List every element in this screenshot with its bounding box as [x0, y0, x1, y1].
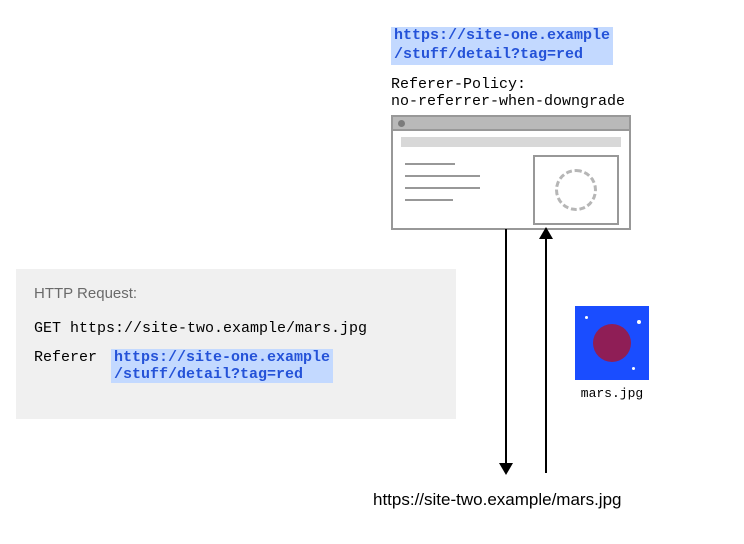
http-get-line: GET https://site-two.example/mars.jpg	[34, 320, 438, 337]
image-placeholder-icon	[533, 155, 619, 225]
page-url-line2: /stuff/detail?tag=red	[391, 46, 613, 65]
browser-content	[401, 153, 621, 220]
browser-address-bar-icon	[401, 137, 621, 147]
referer-value-line2: /stuff/detail?tag=red	[111, 366, 333, 383]
mars-image-icon	[575, 306, 649, 380]
image-loading-circle-icon	[555, 169, 597, 211]
referer-policy: Referer-Policy: no-referrer-when-downgra…	[391, 76, 625, 111]
arrow-up-icon	[545, 229, 547, 473]
referer-policy-header: Referer-Policy:	[391, 76, 625, 93]
referer-value-line1: https://site-one.example	[111, 349, 333, 366]
target-url: https://site-two.example/mars.jpg	[373, 490, 621, 510]
page-url-line1: https://site-one.example	[391, 27, 613, 46]
referer-policy-value: no-referrer-when-downgrade	[391, 93, 625, 110]
browser-titlebar-icon	[393, 117, 629, 131]
star-icon	[632, 367, 635, 370]
referer-value: https://site-one.example /stuff/detail?t…	[111, 349, 333, 383]
referer-label: Referer	[34, 349, 97, 366]
page-url: https://site-one.example /stuff/detail?t…	[391, 27, 613, 65]
browser-text-lines-icon	[405, 163, 480, 211]
http-request-box: HTTP Request: GET https://site-two.examp…	[16, 269, 456, 419]
http-request-title: HTTP Request:	[34, 285, 438, 302]
star-icon	[637, 320, 641, 324]
star-icon	[585, 316, 588, 319]
mars-filename: mars.jpg	[575, 386, 649, 401]
planet-icon	[593, 324, 631, 362]
arrow-down-icon	[505, 229, 507, 473]
browser-window-icon	[391, 115, 631, 230]
